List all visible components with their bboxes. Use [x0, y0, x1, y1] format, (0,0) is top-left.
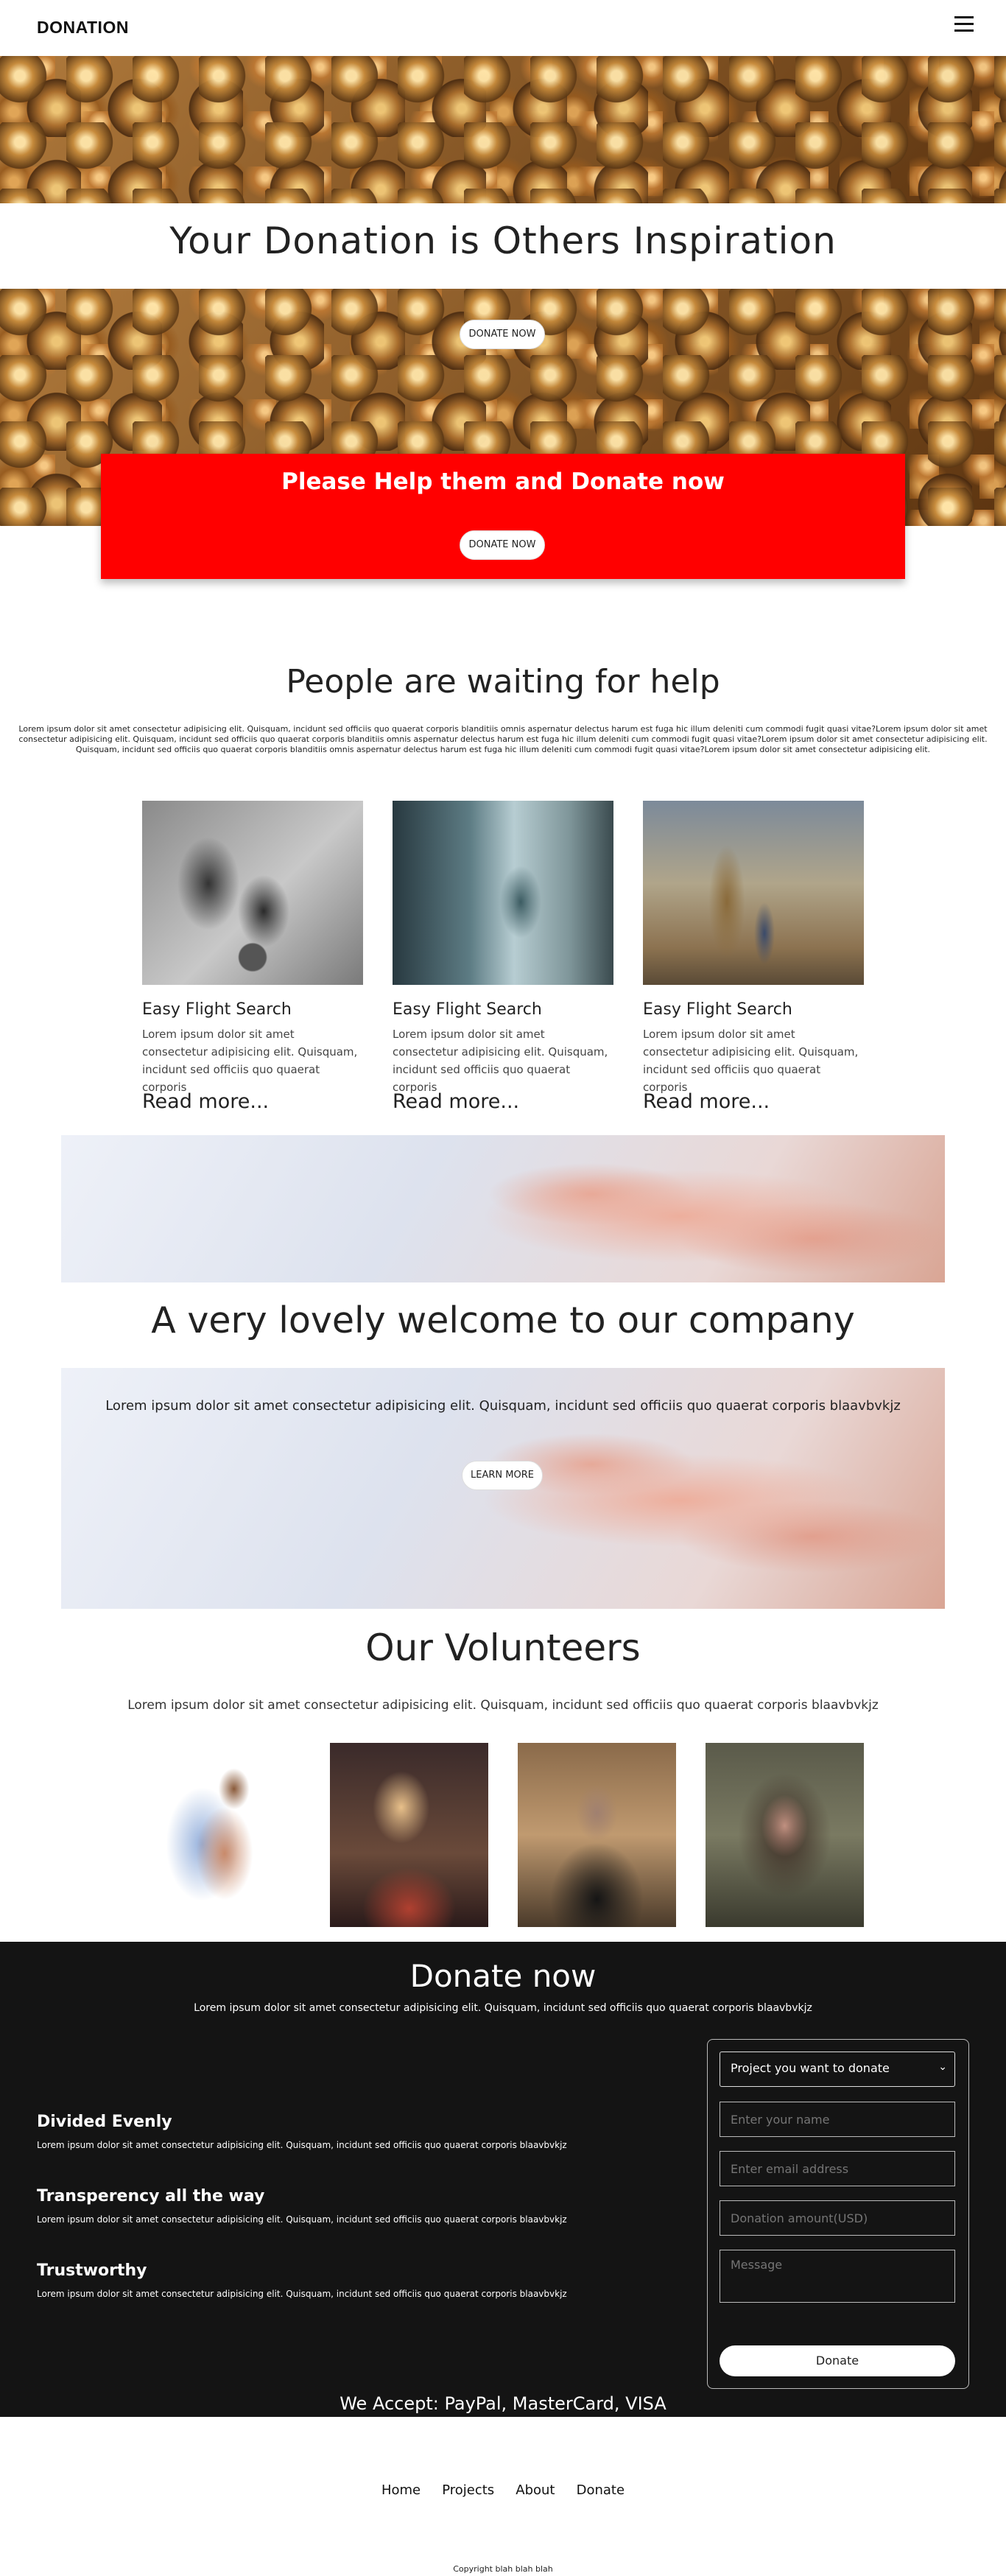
learn-more-button[interactable]: LEARN MORE: [462, 1461, 543, 1490]
hamburger-menu-icon[interactable]: [954, 16, 974, 32]
card-text: Lorem ipsum dolor sit amet consectetur a…: [142, 1028, 358, 1094]
name-input[interactable]: [720, 2102, 955, 2137]
card-text: Lorem ipsum dolor sit amet consectetur a…: [393, 1028, 608, 1094]
card-title: Easy Flight Search: [643, 1000, 792, 1019]
navbar: DONATION: [0, 0, 1006, 56]
chevron-down-icon: ⌄: [938, 2061, 947, 2073]
card-title: Easy Flight Search: [393, 1000, 542, 1019]
card-image-family: [643, 801, 864, 985]
card-image-children: [142, 801, 363, 985]
email-input[interactable]: [720, 2151, 955, 2186]
card-read-more-link[interactable]: Read more...: [643, 1090, 770, 1113]
volunteers-title: Our Volunteers: [365, 1626, 641, 1669]
welcome-text: Lorem ipsum dolor sit amet consectetur a…: [105, 1398, 901, 1414]
hero-coins-image-top: [0, 56, 1006, 203]
card-read-more-link[interactable]: Read more...: [393, 1090, 519, 1113]
volunteers-text: Lorem ipsum dolor sit amet consectetur a…: [127, 1698, 879, 1713]
footer-link-home[interactable]: Home: [381, 2482, 421, 2498]
card-image-child-alley: [393, 801, 613, 985]
waiting-title: People are waiting for help: [286, 663, 720, 701]
payment-accept-text: We Accept: PayPal, MasterCard, VISA: [340, 2393, 666, 2414]
banner-donate-now-button[interactable]: DONATE NOW: [460, 530, 545, 560]
feature-title: Trustworthy: [37, 2261, 147, 2280]
waiting-text: Lorem ipsum dolor sit amet consectetur a…: [18, 724, 988, 754]
footer-nav: Home Projects About Donate: [0, 2482, 1006, 2498]
hero-title: Your Donation is Others Inspiration: [169, 220, 837, 262]
feature-title: Transperency all the way: [37, 2187, 265, 2205]
project-select-label: Project you want to donate: [731, 2061, 890, 2075]
amount-input[interactable]: [720, 2200, 955, 2236]
hero-donate-now-button[interactable]: DONATE NOW: [460, 320, 545, 349]
volunteer-photo: [330, 1743, 488, 1927]
feature-text: Lorem ipsum dolor sit amet consectetur a…: [37, 2140, 567, 2150]
feature-text: Lorem ipsum dolor sit amet consectetur a…: [37, 2289, 567, 2299]
feature-title: Divided Evenly: [37, 2113, 172, 2131]
card-text: Lorem ipsum dolor sit amet consectetur a…: [643, 1028, 859, 1094]
donate-submit-button[interactable]: Donate: [720, 2345, 955, 2376]
footer-link-projects[interactable]: Projects: [442, 2482, 494, 2498]
volunteer-photo: [142, 1743, 300, 1927]
brand-logo[interactable]: DONATION: [37, 18, 129, 38]
card-read-more-link[interactable]: Read more...: [142, 1090, 269, 1113]
welcome-hands-image-top: [61, 1135, 945, 1282]
banner-title: Please Help them and Donate now: [281, 468, 725, 495]
message-textarea[interactable]: [720, 2250, 955, 2303]
card-title: Easy Flight Search: [142, 1000, 292, 1019]
welcome-title: A very lovely welcome to our company: [151, 1299, 855, 1341]
footer-link-about[interactable]: About: [516, 2482, 555, 2498]
feature-text: Lorem ipsum dolor sit amet consectetur a…: [37, 2214, 567, 2225]
copyright: Copyright blah blah blah: [453, 2564, 553, 2574]
project-select[interactable]: Project you want to donate ⌄: [720, 2052, 955, 2087]
footer-link-donate[interactable]: Donate: [577, 2482, 625, 2498]
volunteer-photo: [518, 1743, 676, 1927]
donate-subtitle: Lorem ipsum dolor sit amet consectetur a…: [194, 2002, 812, 2014]
volunteer-photo: [706, 1743, 864, 1927]
donate-title: Donate now: [409, 1958, 597, 1994]
